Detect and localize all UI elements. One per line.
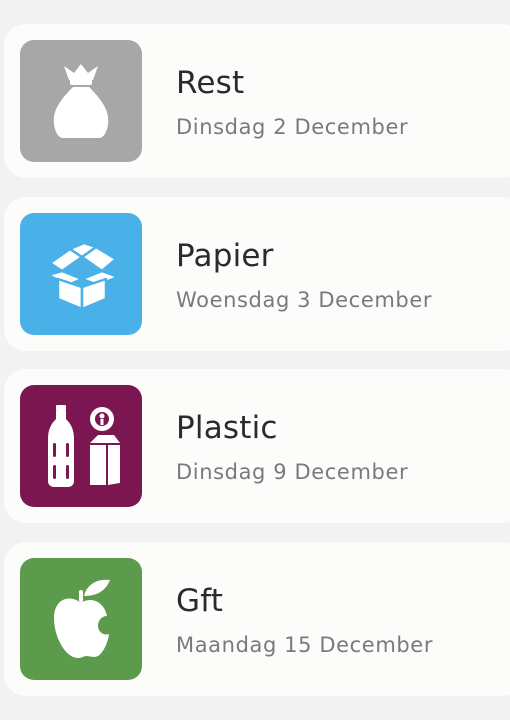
plastic-icon-tile bbox=[20, 385, 142, 507]
pickup-name: Papier bbox=[176, 238, 274, 274]
bottle-and-carton-icon bbox=[48, 405, 120, 487]
trash-bag-icon bbox=[53, 64, 109, 138]
pickup-name: Gft bbox=[176, 583, 224, 619]
pickup-date: Maandag 15 December bbox=[176, 633, 434, 657]
pickup-date: Woensdag 3 December bbox=[176, 288, 433, 312]
pickup-card-plastic[interactable]: Plastic Dinsdag 9 December bbox=[4, 369, 510, 523]
papier-icon-tile bbox=[20, 213, 142, 335]
pickup-name: Plastic bbox=[176, 410, 278, 446]
pickup-date: Dinsdag 2 December bbox=[176, 115, 409, 139]
pickup-card-rest[interactable]: Rest Dinsdag 2 December bbox=[4, 24, 510, 178]
pickup-date: Dinsdag 9 December bbox=[176, 460, 409, 484]
pickup-card-gft[interactable]: Gft Maandag 15 December bbox=[4, 542, 510, 696]
apple-icon bbox=[54, 579, 110, 658]
cardboard-box-icon bbox=[46, 241, 120, 311]
gft-icon-tile bbox=[20, 558, 142, 680]
pickup-card-papier[interactable]: Papier Woensdag 3 December bbox=[4, 197, 510, 351]
pickup-list: Rest Dinsdag 2 December Papier Woensdag … bbox=[0, 0, 510, 720]
rest-icon-tile bbox=[20, 40, 142, 162]
pickup-name: Rest bbox=[176, 65, 245, 101]
